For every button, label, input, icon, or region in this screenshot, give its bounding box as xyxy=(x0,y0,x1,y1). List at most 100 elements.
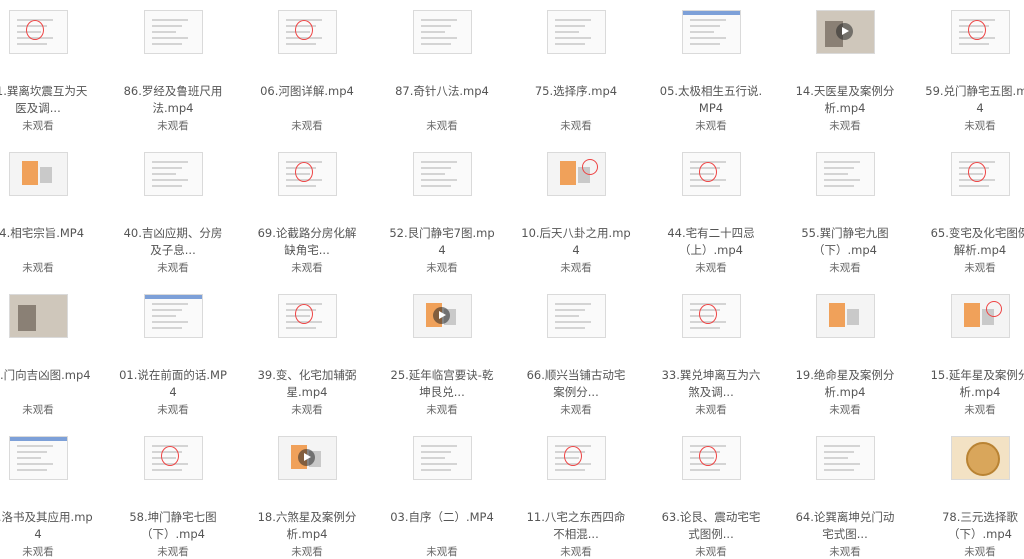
video-thumbnail[interactable] xyxy=(277,152,337,196)
video-title[interactable]: 48.门向吉凶图.mp4 xyxy=(0,367,103,401)
video-title[interactable]: 06.河图详解.mp4 xyxy=(242,83,372,117)
video-title[interactable]: 75.选择序.mp4 xyxy=(511,83,641,117)
video-thumbnail[interactable] xyxy=(143,294,203,338)
video-thumbnail[interactable] xyxy=(143,10,203,54)
video-thumbnail[interactable] xyxy=(412,152,472,196)
video-title[interactable]: 05.太极相生五行说.MP4 xyxy=(646,83,776,117)
video-thumbnail[interactable] xyxy=(950,10,1010,54)
video-title[interactable]: 64.论巽离坤兑门动宅式图... xyxy=(780,509,910,543)
video-tile[interactable]: 15.延年星及案例分析.mp4 未观看 xyxy=(915,294,1024,417)
video-tile[interactable]: 14.天医星及案例分析.mp4 未观看 xyxy=(780,10,910,133)
video-thumbnail[interactable] xyxy=(546,294,606,338)
video-tile[interactable]: 39.变、化宅加辅弼星.mp4 未观看 xyxy=(242,294,372,417)
video-title[interactable]: 52.艮门静宅7图.mp4 xyxy=(377,225,507,259)
video-thumbnail[interactable] xyxy=(815,10,875,54)
video-tile[interactable]: 55.巽门静宅九图（下）.mp4 未观看 xyxy=(780,152,910,275)
video-title[interactable]: 25.延年临宫要诀-乾坤艮兑... xyxy=(377,367,507,401)
video-tile[interactable]: 59.兑门静宅五图.mp4 未观看 xyxy=(915,10,1024,133)
video-title[interactable]: 11.八宅之东西四命不相混... xyxy=(511,509,641,543)
video-title[interactable]: 14.天医星及案例分析.mp4 xyxy=(780,83,910,117)
video-title[interactable]: 01.说在前面的话.MP4 xyxy=(108,367,238,401)
video-thumbnail[interactable] xyxy=(277,10,337,54)
video-tile[interactable]: 04.相宅宗旨.MP4 未观看 xyxy=(0,152,103,275)
video-tile[interactable]: 78.三元选择歌（下）.mp4 未观看 xyxy=(915,436,1024,559)
video-tile[interactable]: 05.太极相生五行说.MP4 未观看 xyxy=(646,10,776,133)
play-icon[interactable] xyxy=(433,307,450,324)
video-title[interactable]: 18.六煞星及案例分析.mp4 xyxy=(242,509,372,543)
video-thumbnail[interactable] xyxy=(143,436,203,480)
video-tile[interactable]: 52.艮门静宅7图.mp4 未观看 xyxy=(377,152,507,275)
video-title[interactable]: 03.自序（二）.MP4 xyxy=(377,509,507,543)
play-icon[interactable] xyxy=(298,449,315,466)
video-thumbnail[interactable] xyxy=(412,436,472,480)
video-title[interactable]: 59.兑门静宅五图.mp4 xyxy=(915,83,1024,117)
video-title[interactable]: 58.坤门静宅七图（下）.mp4 xyxy=(108,509,238,543)
video-tile[interactable]: 33.巽兑坤离互为六煞及调... 未观看 xyxy=(646,294,776,417)
video-tile[interactable]: 65.变宅及化宅图例解析.mp4 未观看 xyxy=(915,152,1024,275)
video-title[interactable]: 10.后天八卦之用.mp4 xyxy=(511,225,641,259)
video-title[interactable]: 87.奇针八法.mp4 xyxy=(377,83,507,117)
video-tile[interactable]: 07.洛书及其应用.mp4 未观看 xyxy=(0,436,103,559)
video-thumbnail[interactable] xyxy=(681,436,741,480)
video-tile[interactable]: 01.说在前面的话.MP4 未观看 xyxy=(108,294,238,417)
video-tile[interactable]: 31.巽离坎震互为天医及调... 未观看 xyxy=(0,10,103,133)
video-title[interactable]: 33.巽兑坤离互为六煞及调... xyxy=(646,367,776,401)
video-title[interactable]: 66.顺兴当铺古动宅案例分... xyxy=(511,367,641,401)
video-thumbnail[interactable] xyxy=(277,436,337,480)
video-tile[interactable]: 69.论截路分房化解缺角宅... 未观看 xyxy=(242,152,372,275)
video-thumbnail[interactable] xyxy=(950,436,1010,480)
video-tile[interactable]: 86.罗经及鲁班尺用法.mp4 未观看 xyxy=(108,10,238,133)
video-title[interactable]: 19.绝命星及案例分析.mp4 xyxy=(780,367,910,401)
video-title[interactable]: 78.三元选择歌（下）.mp4 xyxy=(915,509,1024,543)
video-tile[interactable]: 87.奇针八法.mp4 未观看 xyxy=(377,10,507,133)
video-tile[interactable]: 75.选择序.mp4 未观看 xyxy=(511,10,641,133)
video-title[interactable]: 55.巽门静宅九图（下）.mp4 xyxy=(780,225,910,259)
video-title[interactable]: 63.论艮、震动宅宅式图例... xyxy=(646,509,776,543)
video-thumbnail[interactable] xyxy=(950,294,1010,338)
video-tile[interactable]: 10.后天八卦之用.mp4 未观看 xyxy=(511,152,641,275)
video-title[interactable]: 39.变、化宅加辅弼星.mp4 xyxy=(242,367,372,401)
video-thumbnail[interactable] xyxy=(681,294,741,338)
video-title[interactable]: 04.相宅宗旨.MP4 xyxy=(0,225,103,259)
play-icon[interactable] xyxy=(836,23,853,40)
video-title[interactable]: 07.洛书及其应用.mp4 xyxy=(0,509,103,543)
video-thumbnail[interactable] xyxy=(8,10,68,54)
video-thumbnail[interactable] xyxy=(815,294,875,338)
video-thumbnail[interactable] xyxy=(681,152,741,196)
video-tile[interactable]: 25.延年临宫要诀-乾坤艮兑... 未观看 xyxy=(377,294,507,417)
video-tile[interactable]: 64.论巽离坤兑门动宅式图... 未观看 xyxy=(780,436,910,559)
video-tile[interactable]: 19.绝命星及案例分析.mp4 未观看 xyxy=(780,294,910,417)
video-thumbnail[interactable] xyxy=(950,152,1010,196)
video-tile[interactable]: 44.宅有二十四忌（上）.mp4 未观看 xyxy=(646,152,776,275)
video-tile[interactable]: 06.河图详解.mp4 未观看 xyxy=(242,10,372,133)
video-title[interactable]: 31.巽离坎震互为天医及调... xyxy=(0,83,103,117)
video-thumbnail[interactable] xyxy=(8,152,68,196)
video-title[interactable]: 44.宅有二十四忌（上）.mp4 xyxy=(646,225,776,259)
video-tile[interactable]: 58.坤门静宅七图（下）.mp4 未观看 xyxy=(108,436,238,559)
video-title[interactable]: 40.吉凶应期、分房及子息... xyxy=(108,225,238,259)
video-tile[interactable]: 03.自序（二）.MP4 未观看 xyxy=(377,436,507,559)
video-thumbnail[interactable] xyxy=(8,436,68,480)
video-thumbnail[interactable] xyxy=(681,10,741,54)
video-thumbnail[interactable] xyxy=(546,152,606,196)
video-thumbnail[interactable] xyxy=(546,10,606,54)
video-thumbnail[interactable] xyxy=(815,152,875,196)
video-thumbnail[interactable] xyxy=(8,294,68,338)
video-tile[interactable]: 11.八宅之东西四命不相混... 未观看 xyxy=(511,436,641,559)
video-thumbnail[interactable] xyxy=(412,294,472,338)
video-thumbnail[interactable] xyxy=(412,10,472,54)
video-thumbnail[interactable] xyxy=(143,152,203,196)
video-tile[interactable]: 18.六煞星及案例分析.mp4 未观看 xyxy=(242,436,372,559)
video-title[interactable]: 15.延年星及案例分析.mp4 xyxy=(915,367,1024,401)
video-title[interactable]: 69.论截路分房化解缺角宅... xyxy=(242,225,372,259)
video-tile[interactable]: 48.门向吉凶图.mp4 未观看 xyxy=(0,294,103,417)
video-thumbnail[interactable] xyxy=(546,436,606,480)
video-tile[interactable]: 63.论艮、震动宅宅式图例... 未观看 xyxy=(646,436,776,559)
video-tile[interactable]: 40.吉凶应期、分房及子息... 未观看 xyxy=(108,152,238,275)
video-thumbnail[interactable] xyxy=(277,294,337,338)
video-thumbnail[interactable] xyxy=(815,436,875,480)
video-title[interactable]: 86.罗经及鲁班尺用法.mp4 xyxy=(108,83,238,117)
watch-status: 未观看 xyxy=(22,546,54,558)
video-tile[interactable]: 66.顺兴当铺古动宅案例分... 未观看 xyxy=(511,294,641,417)
video-title[interactable]: 65.变宅及化宅图例解析.mp4 xyxy=(915,225,1024,259)
